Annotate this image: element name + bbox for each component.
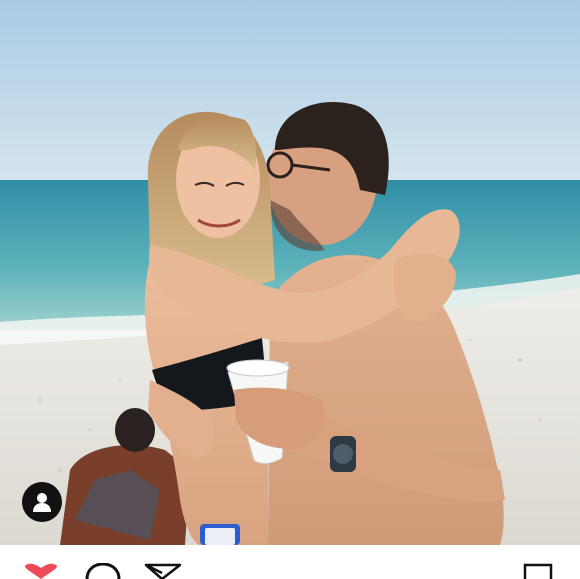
bookmark-icon[interactable] bbox=[522, 563, 554, 579]
post-action-bar bbox=[0, 545, 580, 579]
post-photo[interactable] bbox=[0, 0, 580, 545]
tag-people-button[interactable] bbox=[22, 482, 62, 522]
heart-icon[interactable] bbox=[22, 563, 60, 579]
comment-icon[interactable] bbox=[85, 563, 121, 579]
user-tag-icon bbox=[33, 493, 51, 512]
paper-plane-icon[interactable] bbox=[144, 563, 182, 579]
